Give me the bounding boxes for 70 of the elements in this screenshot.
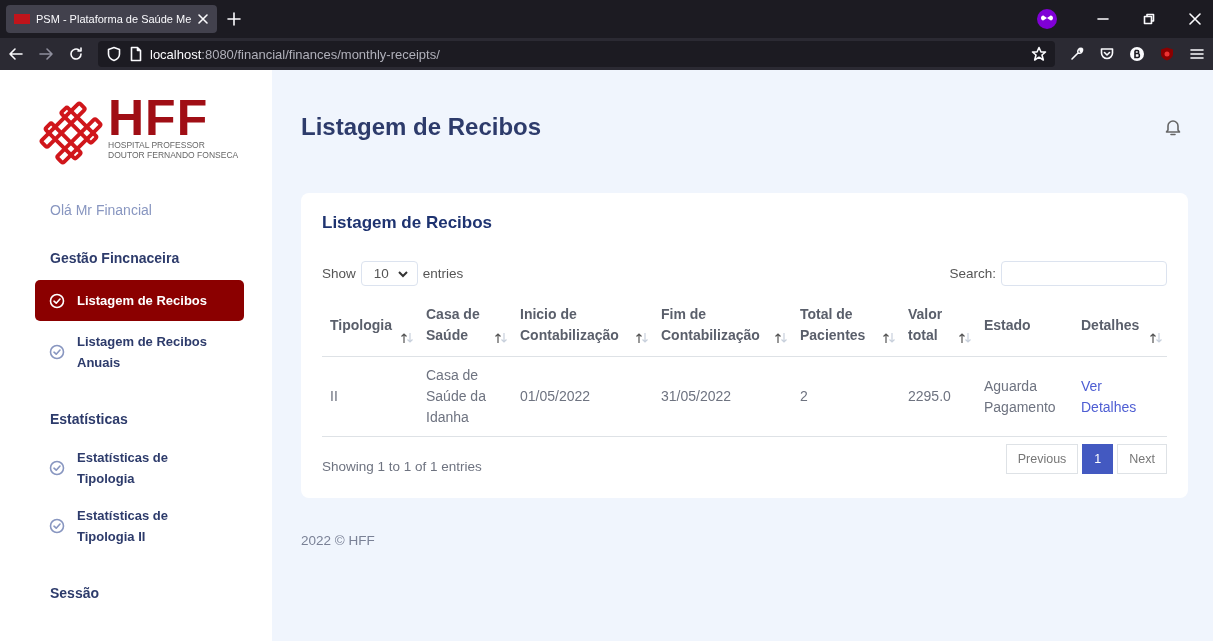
check-circle-icon [49, 518, 65, 534]
page-title: Listagem de Recibos [301, 113, 542, 141]
column-header[interactable]: Inicio de Contabilização [512, 298, 653, 357]
column-header[interactable]: Estado [976, 298, 1073, 357]
reload-icon[interactable] [68, 46, 84, 62]
entries-label: entries [422, 266, 464, 281]
close-icon[interactable] [1189, 13, 1201, 25]
column-header[interactable]: Total de Pacientes [792, 298, 900, 357]
logo-text: HFF [108, 96, 210, 140]
forward-icon[interactable] [38, 46, 54, 62]
browser-tab[interactable]: PSM - Plataforma de Saúde Me [6, 5, 218, 33]
search-label: Search: [949, 266, 996, 281]
table-cell: 2 [800, 388, 808, 404]
greeting-text: Olá Mr Financial [49, 201, 153, 220]
back-icon[interactable] [8, 46, 24, 62]
details-link[interactable]: Ver Detalhes [1081, 375, 1159, 418]
logo-icon [38, 100, 104, 166]
pocket-icon[interactable] [1099, 46, 1115, 62]
restore-icon[interactable] [1143, 13, 1155, 25]
profile-icon[interactable] [1129, 46, 1145, 62]
table-info: Showing 1 to 1 of 1 entries [322, 457, 482, 474]
sidebar-item[interactable]: Listagem de Recibos [35, 280, 244, 321]
pagination-button[interactable]: Next [1117, 444, 1167, 474]
page-icon [128, 46, 144, 62]
section-heading: Estatísticas [49, 410, 129, 429]
check-circle-icon [49, 344, 65, 360]
star-icon[interactable] [1031, 46, 1047, 62]
column-header[interactable]: Tipologia [322, 298, 418, 357]
close-icon[interactable] [197, 13, 210, 25]
column-header[interactable]: Casa de Saúde [418, 298, 512, 357]
sidebar-item[interactable]: Estatísticas de Tipologia II [35, 499, 244, 553]
show-label: Show [322, 266, 356, 281]
table-cell: II [330, 388, 338, 404]
logo-subtitle: HOSPITAL PROFESSOR [108, 140, 206, 150]
logo-subtitle: DOUTOR FERNANDO FONSECA [108, 150, 239, 160]
table-cell: Aguarda Pagamento [984, 377, 1056, 415]
check-circle-icon [49, 292, 65, 309]
mask-icon[interactable] [1037, 9, 1057, 29]
table-cell: Casa de Saúde da Idanha [426, 367, 486, 425]
new-tab-icon[interactable] [227, 12, 242, 26]
column-header[interactable]: Valor total [900, 298, 976, 357]
entries-dropdown[interactable]: 10 [360, 261, 418, 286]
section-heading: Sessão [49, 584, 101, 603]
sort-icon[interactable] [882, 332, 896, 344]
sort-icon[interactable] [958, 332, 972, 344]
shield-icon[interactable] [106, 46, 122, 62]
section-heading: Gestão Fincnaceira [49, 249, 181, 268]
sort-icon[interactable] [400, 332, 414, 344]
tab-title: PSM - Plataforma de Saúde Me [36, 13, 192, 25]
sort-icon[interactable] [494, 332, 508, 344]
table-cell: 2295.0 [908, 388, 951, 404]
sort-icon[interactable] [635, 332, 649, 344]
table-cell: 31/05/2022 [661, 388, 732, 404]
table-cell: 01/05/2022 [520, 388, 591, 404]
url-field[interactable]: localhost:8080/financial/finances/monthly-receipts/ [150, 46, 440, 62]
sort-icon[interactable] [774, 332, 788, 344]
column-header[interactable]: Fim de Contabilização [653, 298, 792, 357]
sidebar-item[interactable]: Estatísticas de Tipologia [35, 441, 244, 495]
sidebar-item[interactable]: Listagem de Recibos Anuais [35, 325, 244, 379]
sort-icon[interactable] [1149, 332, 1163, 344]
footer-text: 2022 © HFF [301, 532, 376, 548]
pagination-button[interactable]: 1 [1082, 444, 1114, 474]
column-header[interactable]: Detalhes [1073, 298, 1167, 357]
pagination-button[interactable]: Previous [1005, 444, 1079, 474]
bell-icon[interactable] [1164, 118, 1182, 136]
menu-icon[interactable] [1189, 46, 1205, 62]
search-field[interactable] [1001, 261, 1167, 286]
card-title: Listagem de Recibos [322, 213, 494, 233]
favicon-icon [14, 14, 30, 24]
check-circle-icon [49, 460, 65, 476]
